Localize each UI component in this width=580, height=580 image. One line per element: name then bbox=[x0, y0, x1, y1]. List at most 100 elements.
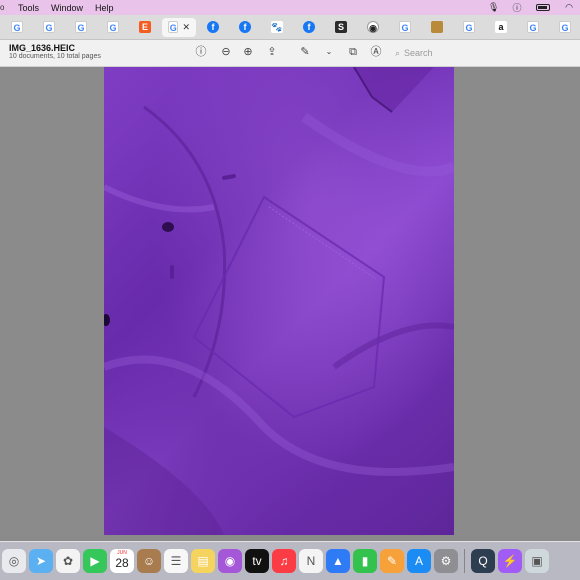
app-glyph: ⚙ bbox=[440, 554, 452, 568]
app-glyph: ➤ bbox=[35, 554, 47, 568]
numbers-icon[interactable]: ▮ bbox=[353, 549, 377, 573]
app-glyph: ▤ bbox=[197, 554, 209, 568]
browser-tab[interactable]: a bbox=[486, 18, 516, 37]
app-glyph: ✿ bbox=[62, 554, 74, 568]
app-menu-edge[interactable]: o bbox=[0, 3, 6, 12]
close-tab-icon[interactable]: ✕ bbox=[182, 22, 190, 33]
browser-tab[interactable]: G bbox=[390, 18, 420, 37]
keynote-icon[interactable]: ▲ bbox=[326, 549, 350, 573]
reminders-icon[interactable]: ☰ bbox=[164, 549, 188, 573]
markup-pen-icon[interactable]: ✎ bbox=[298, 45, 312, 59]
app-glyph: ◎ bbox=[8, 554, 20, 568]
google-icon: G bbox=[11, 21, 23, 33]
chrome-icon[interactable]: ◎ bbox=[2, 549, 26, 573]
google-icon: G bbox=[527, 21, 539, 33]
rotate-icon[interactable]: ⧉ bbox=[346, 45, 360, 59]
app-glyph: ▣ bbox=[531, 554, 543, 568]
tab-strip: G G G G E G ✕ f f 🐾 f S ◉ G Ga G G bbox=[0, 15, 580, 40]
menu-bar: o Tools Window Help 🎙 ⓘ ◠ bbox=[0, 0, 580, 15]
search-placeholder: Search bbox=[404, 48, 433, 58]
menu-window[interactable]: Window bbox=[51, 3, 83, 13]
music-icon[interactable]: ♫ bbox=[272, 549, 296, 573]
battery-icon[interactable] bbox=[536, 4, 550, 11]
browser-tab[interactable]: G bbox=[34, 18, 64, 37]
browser-tab[interactable]: 🐾 bbox=[262, 18, 292, 37]
document-title: IMG_1636.HEIC bbox=[9, 43, 76, 53]
wifi-icon[interactable]: ◠ bbox=[564, 2, 574, 13]
browser-tab[interactable]: G bbox=[98, 18, 128, 37]
app-glyph: tv bbox=[252, 554, 262, 568]
finder-icon[interactable]: ☺ bbox=[137, 549, 161, 573]
settings-icon[interactable]: ⚙ bbox=[434, 549, 458, 573]
notes-icon[interactable]: ▤ bbox=[191, 549, 215, 573]
app-glyph: ☺ bbox=[142, 554, 156, 568]
browser-tab[interactable] bbox=[422, 18, 452, 37]
browser-tab[interactable]: f bbox=[230, 18, 260, 37]
document-subtitle: 10 documents, 10 total pages bbox=[9, 53, 101, 60]
google-icon: G bbox=[399, 21, 411, 33]
podcasts-icon[interactable]: ◉ bbox=[218, 549, 242, 573]
search-icon: ⌕ bbox=[395, 47, 401, 58]
appstore-icon[interactable]: A bbox=[407, 549, 431, 573]
info-icon[interactable]: ⓘ bbox=[512, 1, 522, 14]
app-glyph: N bbox=[306, 554, 316, 568]
menu-help[interactable]: Help bbox=[95, 3, 114, 13]
appletv-icon[interactable]: tv bbox=[245, 549, 269, 573]
app-glyph: ◉ bbox=[224, 554, 236, 568]
fabric-details bbox=[104, 67, 454, 535]
browser-tab[interactable]: G bbox=[454, 18, 484, 37]
app-glyph: ▶ bbox=[90, 554, 100, 568]
share-icon[interactable]: ⇪ bbox=[265, 45, 279, 59]
photos-icon[interactable]: ✿ bbox=[56, 549, 80, 573]
paw-icon: 🐾 bbox=[271, 21, 283, 33]
google-icon: G bbox=[107, 21, 119, 33]
amazon-icon: a bbox=[495, 21, 507, 33]
messenger-icon[interactable]: ⚡ bbox=[498, 549, 522, 573]
preview-icon[interactable]: ▣ bbox=[525, 549, 549, 573]
browser-tab[interactable]: G bbox=[518, 18, 548, 37]
annotate-icon[interactable]: Ⓐ bbox=[369, 45, 383, 59]
maps-icon[interactable]: ➤ bbox=[29, 549, 53, 573]
browser-tab[interactable]: E bbox=[130, 18, 160, 37]
facebook-icon: f bbox=[239, 21, 251, 33]
document-viewer[interactable] bbox=[0, 67, 580, 535]
shirt-photo bbox=[104, 67, 454, 535]
app-glyph: ✎ bbox=[386, 554, 398, 568]
calendar-icon[interactable]: JUN 28 bbox=[110, 549, 134, 573]
browser-tab[interactable]: G bbox=[66, 18, 96, 37]
google-icon: G bbox=[559, 21, 571, 33]
status-tray: 🎙 ⓘ ◠ bbox=[488, 0, 574, 15]
dock: ◎ ➤ ✿ ▶ JUN 28 ☺ ☰ ▤ ◉ tv ♫ N ▲ ▮ ✎ A ⚙ Q ⚡ ▣ bbox=[0, 541, 580, 580]
browser-tab[interactable]: S bbox=[326, 18, 356, 37]
app-glyph: ▮ bbox=[361, 554, 369, 568]
preview-toolbar: IMG_1636.HEIC 10 documents, 10 total pag… bbox=[0, 40, 580, 67]
square-icon bbox=[431, 21, 443, 33]
google-icon: G bbox=[43, 21, 55, 33]
github-icon: ◉ bbox=[367, 21, 379, 33]
browser-tab[interactable]: f bbox=[198, 18, 228, 37]
info-icon[interactable]: ⓘ bbox=[194, 45, 208, 59]
search-field[interactable]: ⌕ Search bbox=[395, 45, 525, 61]
facebook-icon: f bbox=[303, 21, 315, 33]
google-icon: G bbox=[75, 21, 87, 33]
browser-tab[interactable]: G bbox=[550, 18, 580, 37]
browser-tab[interactable]: ◉ bbox=[358, 18, 388, 37]
chevron-down-icon[interactable]: ⌄ bbox=[322, 45, 336, 59]
browser-tab[interactable]: G bbox=[2, 18, 32, 37]
app-glyph: ▲ bbox=[332, 554, 344, 568]
zoom-in-icon[interactable]: ⊕ bbox=[241, 45, 255, 59]
zoom-out-icon[interactable]: ⊖ bbox=[219, 45, 233, 59]
facetime-icon[interactable]: ▶ bbox=[83, 549, 107, 573]
browser-tab[interactable]: G ✕ bbox=[162, 17, 196, 37]
app-glyph: ☰ bbox=[170, 554, 182, 568]
news-icon[interactable]: N bbox=[299, 549, 323, 573]
etsy-icon: E bbox=[139, 21, 151, 33]
browser-tab[interactable]: f bbox=[294, 18, 324, 37]
quicktime-icon[interactable]: Q bbox=[471, 549, 495, 573]
s-icon: S bbox=[335, 21, 347, 33]
microphone-icon[interactable]: 🎙 bbox=[488, 2, 499, 13]
app-glyph: ⚡ bbox=[502, 554, 518, 568]
menu-tools[interactable]: Tools bbox=[18, 3, 39, 13]
pages-icon[interactable]: ✎ bbox=[380, 549, 404, 573]
app-glyph: A bbox=[414, 554, 423, 568]
